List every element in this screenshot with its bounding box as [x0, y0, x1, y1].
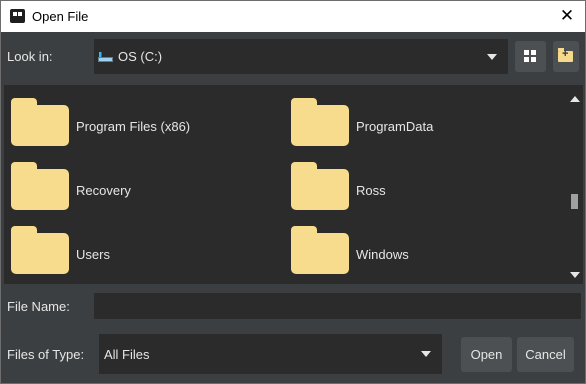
- vertical-scrollbar[interactable]: [570, 93, 582, 281]
- look-in-label: Look in:: [7, 49, 53, 64]
- grid-icon: [524, 50, 537, 63]
- new-folder-icon: [558, 48, 573, 62]
- folder-icon: [291, 98, 349, 146]
- new-folder-button[interactable]: [553, 41, 579, 72]
- window-title: Open File: [32, 9, 89, 24]
- cancel-button[interactable]: Cancel: [517, 337, 574, 372]
- title-bar: Open File ✕: [1, 1, 585, 32]
- look-in-dropdown[interactable]: OS (C:): [94, 39, 508, 74]
- scroll-thumb[interactable]: [571, 194, 578, 209]
- file-type-value: All Files: [104, 347, 150, 362]
- folder-icon: [11, 226, 69, 274]
- file-item-label: Users: [76, 247, 110, 262]
- file-type-label: Files of Type:: [7, 347, 85, 362]
- file-item-label: Windows: [356, 247, 409, 262]
- scroll-up-icon[interactable]: [570, 96, 580, 102]
- folder-icon: [11, 98, 69, 146]
- file-item[interactable]: ProgramData: [284, 92, 544, 150]
- file-item[interactable]: Recovery: [4, 156, 264, 214]
- file-list[interactable]: Program Files (x86) ProgramData Recovery…: [4, 85, 583, 284]
- file-item-label: Ross: [356, 183, 386, 198]
- close-button[interactable]: ✕: [555, 5, 579, 27]
- drive-icon: [98, 52, 113, 62]
- file-item[interactable]: Users: [4, 220, 264, 278]
- chevron-down-icon: [421, 351, 431, 357]
- scroll-down-icon[interactable]: [570, 272, 580, 278]
- open-file-dialog: Open File ✕ Look in: OS (C:) Program Fil…: [0, 0, 586, 384]
- chevron-down-icon: [487, 54, 497, 60]
- look-in-value: OS (C:): [118, 49, 163, 64]
- file-item-label: Recovery: [76, 183, 131, 198]
- grid-view-button[interactable]: [515, 41, 546, 72]
- file-type-dropdown[interactable]: All Files: [99, 334, 442, 374]
- file-item[interactable]: Ross: [284, 156, 544, 214]
- folder-icon: [291, 226, 349, 274]
- app-icon: [10, 9, 25, 23]
- file-name-label: File Name:: [7, 299, 70, 314]
- file-item[interactable]: Program Files (x86): [4, 92, 264, 150]
- file-item[interactable]: Windows: [284, 220, 544, 278]
- file-name-input[interactable]: [94, 293, 581, 319]
- look-in-row: Look in: OS (C:): [1, 32, 585, 79]
- file-item-label: Program Files (x86): [76, 119, 191, 134]
- folder-icon: [11, 162, 69, 210]
- folder-icon: [291, 162, 349, 210]
- open-button[interactable]: Open: [461, 337, 512, 372]
- file-item-label: ProgramData: [356, 119, 434, 134]
